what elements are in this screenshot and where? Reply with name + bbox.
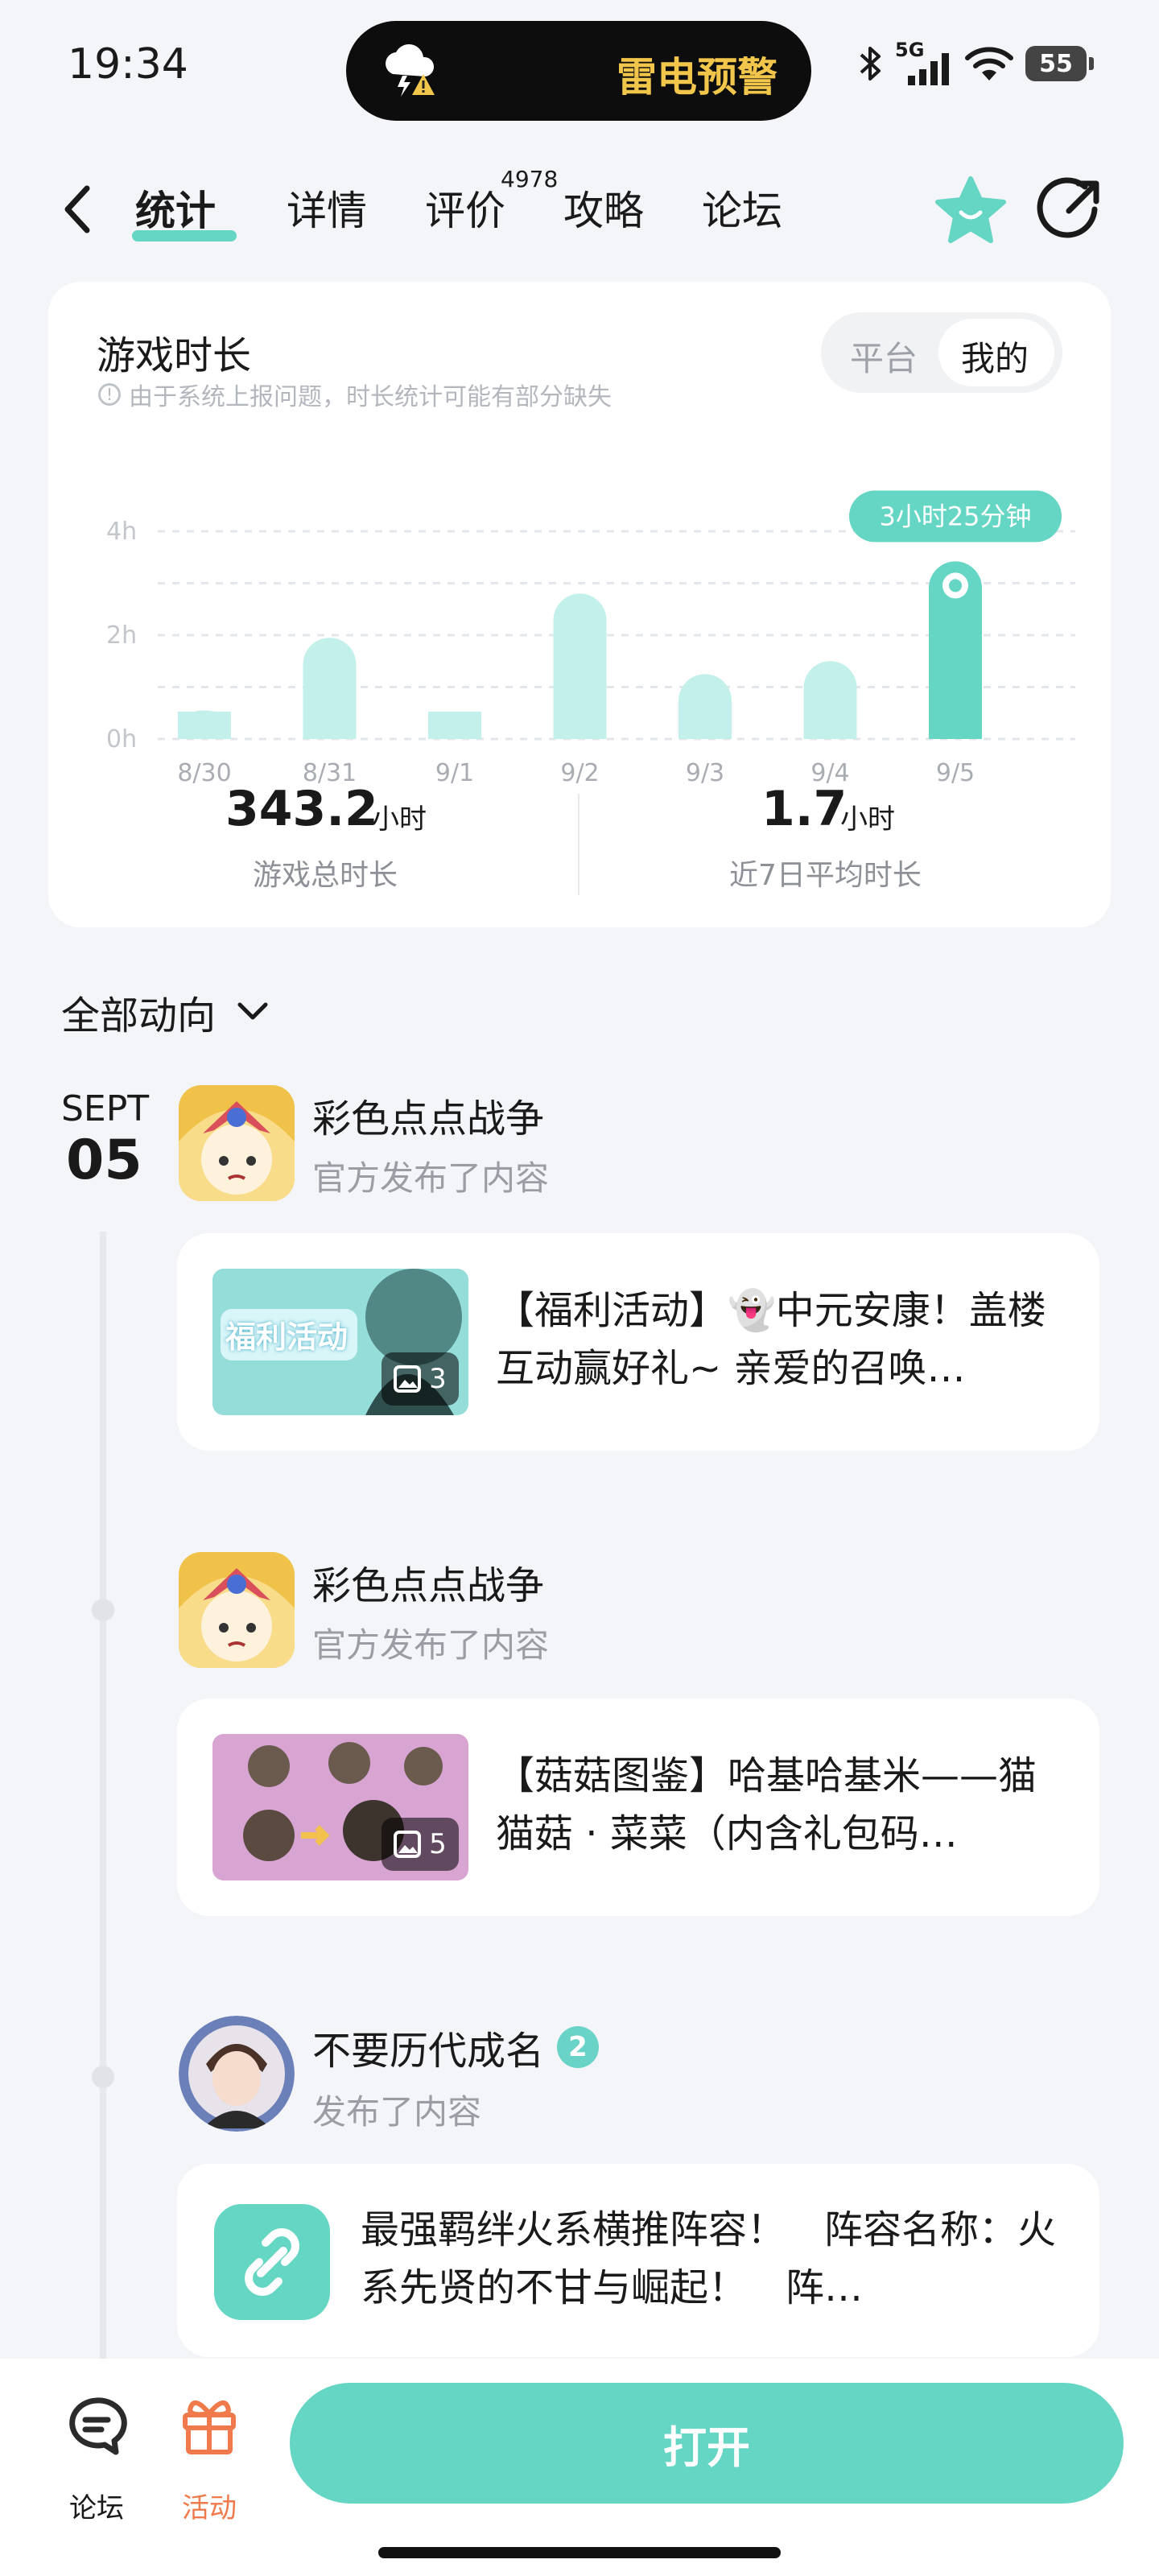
x-tick-label: 9/3 [686, 759, 724, 787]
image-count-badge: 3 [382, 1352, 459, 1406]
tab-review[interactable]: 评价 [425, 179, 505, 237]
y-tick-label: 2h [106, 621, 137, 650]
alert-text: 雷电预警 [617, 54, 777, 101]
image-icon [394, 1831, 422, 1858]
image-count-badge: 5 [382, 1818, 459, 1871]
image-icon [394, 1365, 422, 1393]
forum-chat-icon [69, 2397, 127, 2455]
avg-hours-unit: 小时 [840, 803, 895, 836]
bar-base [803, 712, 857, 739]
date-month: SEPT [61, 1088, 150, 1129]
toggle-platform[interactable]: 平台 [850, 332, 918, 381]
post-text: 【菇菇图鉴】哈基哈基米——猫猫菇 · 菜菜（内含礼包码… [496, 1753, 1037, 1856]
bar-base [553, 712, 607, 739]
activity-label: 活动 [182, 2492, 237, 2524]
post-action: 官方发布了内容 [312, 1158, 550, 1198]
total-hours-value: 343.2 [225, 781, 378, 837]
playtime-card: 游戏时长 ! 由于系统上报问题，时长统计可能有部分缺失 平台 我的 0h 2h 4h… [48, 282, 1111, 927]
bar-base [678, 712, 732, 739]
link-icon [214, 2204, 330, 2320]
game-avatar[interactable] [179, 1552, 295, 1668]
bottom-action-bar: 论坛 活动 打开 [0, 2359, 1159, 2576]
post-thumbnail: 福利活动 3 [212, 1269, 468, 1415]
post-card[interactable]: 5 【菇菇图鉴】哈基哈基米——猫猫菇 · 菜菜（内含礼包码… [177, 1699, 1099, 1916]
total-hours-unit: 小时 [372, 803, 427, 836]
post-author[interactable]: 彩色点点战争 [312, 1554, 544, 1610]
author-name: 彩色点点战争 [312, 1563, 545, 1608]
share-icon[interactable] [1037, 177, 1103, 243]
notice-text: 由于系统上报问题，时长统计可能有部分缺失 [129, 383, 612, 411]
stats-notice: ! 由于系统上报问题，时长统计可能有部分缺失 [98, 377, 612, 412]
bluetooth-icon [860, 47, 881, 80]
timeline-line [100, 1232, 106, 2367]
status-time: 19:34 [68, 40, 188, 89]
tab-detail[interactable]: 详情 [287, 179, 367, 237]
filter-label: 全部动向 [61, 993, 217, 1038]
favorite-star-icon[interactable] [934, 175, 1008, 246]
y-tick-label: 4h [106, 518, 137, 546]
game-avatar[interactable] [179, 1085, 295, 1201]
total-hours-label: 游戏总时长 [253, 859, 398, 892]
post-author[interactable]: 不要历代成名 2 [312, 2019, 600, 2075]
weather-alert-pill[interactable]: 雷电预警 [346, 21, 811, 121]
y-tick-label: 0h [106, 725, 137, 753]
x-tick-label: 9/2 [560, 759, 599, 787]
highlight-marker-center [949, 579, 962, 592]
stats-divider [578, 794, 580, 895]
image-count: 5 [429, 1828, 447, 1860]
post-text: 最强羁绊火系横推阵容！ 阵容名称：火系先贤的不甘与崛起！ 阵… [361, 2207, 1057, 2310]
post-action: 发布了内容 [312, 2092, 482, 2132]
author-name: 彩色点点战争 [312, 1096, 545, 1141]
home-indicator[interactable] [378, 2547, 781, 2558]
wifi-icon [965, 47, 1013, 80]
post-action: 官方发布了内容 [312, 1625, 550, 1665]
info-icon: ! [98, 383, 121, 406]
back-chevron-icon[interactable] [56, 179, 101, 240]
post-card[interactable]: 最强羁绊火系横推阵容！ 阵容名称：火系先贤的不甘与崛起！ 阵… [177, 2164, 1099, 2357]
date-day: 05 [66, 1129, 142, 1192]
thunderstorm-alert-icon [386, 44, 435, 97]
cellular-icon: 5G [895, 39, 953, 85]
user-avatar[interactable] [179, 2016, 295, 2132]
playtime-bar-chart: 0h2h4h8/30 8/31 9/1 9/2 9/3 9/4 9/53小时25分钟 [106, 490, 1075, 787]
review-count-badge: 4978 [501, 166, 559, 192]
post-author[interactable]: 彩色点点战争 [312, 1087, 544, 1143]
avg-hours-label: 近7日平均时长 [729, 859, 922, 892]
status-icons: 5G 55 [856, 35, 1094, 92]
open-game-button[interactable]: 打开 [290, 2383, 1124, 2504]
x-tick-label: 9/1 [435, 759, 474, 787]
user-level-badge: 2 [557, 2026, 600, 2068]
tab-guide[interactable]: 攻略 [563, 179, 644, 237]
x-tick-label: 9/5 [936, 759, 975, 787]
chevron-down-icon [237, 1002, 268, 1020]
bar-base [178, 712, 231, 739]
author-name: 不要历代成名 [312, 2029, 545, 2074]
bar-base [929, 712, 982, 739]
thumb-title: 福利活动 [225, 1319, 349, 1355]
battery-level: 55 [1039, 49, 1073, 78]
tab-stats[interactable]: 统计 [135, 179, 216, 237]
activity-filter-dropdown[interactable]: 全部动向 [61, 984, 270, 1040]
value-tooltip-text: 3小时25分钟 [879, 501, 1031, 531]
gift-icon [183, 2401, 236, 2454]
toggle-mine[interactable]: 我的 [961, 332, 1029, 381]
x-tick-label: 8/30 [177, 759, 231, 787]
tab-forum[interactable]: 论坛 [702, 179, 782, 237]
card-title: 游戏时长 [97, 333, 252, 378]
post-card[interactable]: 福利活动 3 【福利活动】👻中元安康！盖楼互动赢好礼~ 亲爱的召唤… [177, 1233, 1099, 1451]
timeline-dot [92, 1599, 114, 1621]
bar-base [303, 712, 357, 739]
data-source-toggle[interactable]: 平台 我的 [821, 312, 1062, 393]
forum-label: 论坛 [69, 2492, 124, 2524]
post-text: 【福利活动】👻中元安康！盖楼互动赢好礼~ 亲爱的召唤… [496, 1288, 1046, 1391]
avg-hours-value: 1.7 [761, 781, 848, 837]
battery-icon: 55 [1025, 46, 1094, 81]
post-thumbnail: 5 [212, 1734, 468, 1880]
image-count: 3 [429, 1363, 447, 1395]
bar-base [428, 712, 481, 739]
timeline-dot [92, 2066, 114, 2088]
